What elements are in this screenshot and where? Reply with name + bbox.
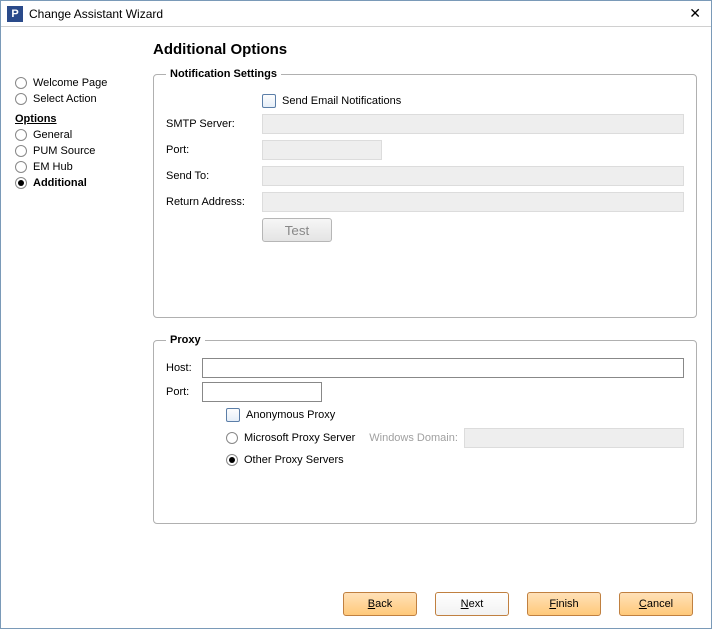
body: Welcome Page Select Action Options Gener…: [1, 27, 711, 580]
nav-label: EM Hub: [33, 161, 73, 173]
test-button[interactable]: Test: [262, 218, 332, 242]
radio-icon: [15, 93, 27, 105]
back-button[interactable]: Back: [343, 592, 417, 616]
anonymous-proxy-checkbox[interactable]: [226, 408, 240, 422]
nav-pum-source[interactable]: PUM Source: [15, 145, 153, 157]
sendto-input[interactable]: [262, 166, 684, 186]
radio-icon: [15, 161, 27, 173]
anonymous-proxy-label: Anonymous Proxy: [246, 409, 335, 421]
nav-label: Select Action: [33, 93, 97, 105]
radio-icon: [15, 177, 27, 189]
other-proxy-label: Other Proxy Servers: [244, 454, 344, 466]
proxy-port-label: Port:: [166, 386, 202, 398]
nav-label: General: [33, 129, 72, 141]
nav-welcome-page[interactable]: Welcome Page: [15, 77, 153, 89]
notification-legend: Notification Settings: [166, 68, 281, 80]
close-icon[interactable]: ✕: [685, 5, 705, 22]
radio-icon: [226, 454, 238, 466]
sidebar: Welcome Page Select Action Options Gener…: [15, 37, 153, 580]
other-proxy-option[interactable]: Other Proxy Servers: [226, 454, 684, 466]
radio-icon: [15, 77, 27, 89]
titlebar: P Change Assistant Wizard ✕: [1, 1, 711, 27]
nav-label: PUM Source: [33, 145, 95, 157]
nav-em-hub[interactable]: EM Hub: [15, 161, 153, 173]
sendto-label: Send To:: [166, 170, 262, 182]
wizard-footer: Back Next Finish Cancel: [1, 580, 711, 628]
proxy-group: Proxy Host: Port: Anonymous Proxy Micros…: [153, 334, 697, 524]
finish-button[interactable]: Finish: [527, 592, 601, 616]
windows-domain-label: Windows Domain:: [369, 432, 458, 444]
send-email-label: Send Email Notifications: [282, 95, 401, 107]
radio-icon: [15, 129, 27, 141]
nav-additional[interactable]: Additional: [15, 177, 153, 189]
proxy-host-input[interactable]: [202, 358, 684, 378]
send-email-checkbox[interactable]: [262, 94, 276, 108]
return-input[interactable]: [262, 192, 684, 212]
radio-icon: [226, 432, 238, 444]
nav-label: Welcome Page: [33, 77, 107, 89]
smtp-input[interactable]: [262, 114, 684, 134]
next-button[interactable]: Next: [435, 592, 509, 616]
windows-domain-input[interactable]: [464, 428, 684, 448]
app-icon: P: [7, 6, 23, 22]
nav-label: Additional: [33, 177, 87, 189]
cancel-button[interactable]: Cancel: [619, 592, 693, 616]
notif-port-label: Port:: [166, 144, 262, 156]
proxy-legend: Proxy: [166, 334, 205, 346]
wizard-window: P Change Assistant Wizard ✕ Welcome Page…: [0, 0, 712, 629]
options-heading: Options: [15, 113, 153, 125]
ms-proxy-label: Microsoft Proxy Server: [244, 432, 355, 444]
proxy-host-label: Host:: [166, 362, 202, 374]
page-title: Additional Options: [153, 41, 697, 58]
proxy-port-input[interactable]: [202, 382, 322, 402]
return-label: Return Address:: [166, 196, 262, 208]
notification-settings-group: Notification Settings Send Email Notific…: [153, 68, 697, 318]
window-title: Change Assistant Wizard: [29, 7, 685, 21]
radio-icon: [15, 145, 27, 157]
nav-general[interactable]: General: [15, 129, 153, 141]
ms-proxy-option[interactable]: Microsoft Proxy Server Windows Domain:: [226, 428, 684, 448]
nav-select-action[interactable]: Select Action: [15, 93, 153, 105]
main-panel: Additional Options Notification Settings…: [153, 37, 697, 580]
anonymous-proxy-option[interactable]: Anonymous Proxy: [226, 408, 684, 422]
notif-port-input[interactable]: [262, 140, 382, 160]
smtp-label: SMTP Server:: [166, 118, 262, 130]
